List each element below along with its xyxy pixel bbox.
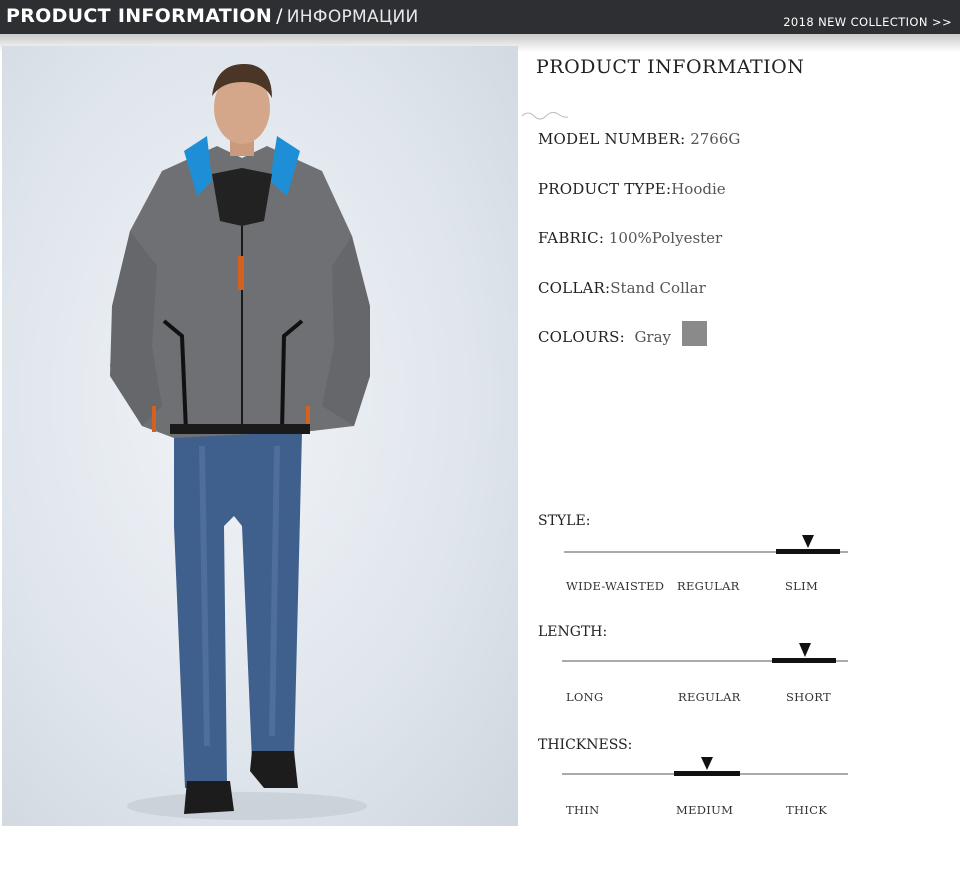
spec-value: 100%Polyester bbox=[604, 229, 723, 247]
scale-thickness-marker bbox=[701, 757, 713, 770]
header-title-ru: ИНФОРМАЦИИ bbox=[286, 7, 419, 27]
product-photo bbox=[2, 46, 518, 826]
scale-style-track bbox=[564, 535, 848, 554]
scale-thickness-label: THICKNESS: bbox=[538, 737, 633, 753]
spec-label: FABRIC: bbox=[538, 229, 605, 247]
model-illustration bbox=[110, 64, 370, 820]
scale-style-label: STYLE: bbox=[538, 513, 591, 529]
scale-length-track bbox=[562, 643, 848, 663]
scale-length-marker bbox=[799, 643, 811, 657]
scale-thickness-track bbox=[562, 757, 848, 776]
spec-value: Hoodie bbox=[671, 180, 726, 198]
spec-label: MODEL NUMBER: bbox=[538, 130, 686, 148]
spec-label: PRODUCT TYPE: bbox=[538, 180, 672, 198]
spec-label: COLLAR: bbox=[538, 279, 611, 297]
color-swatch-gray[interactable] bbox=[682, 321, 707, 346]
scale-length-label: LENGTH: bbox=[538, 624, 608, 640]
scale-style-option: WIDE-WAISTED bbox=[566, 579, 665, 593]
scale-style-option: REGULAR bbox=[677, 579, 740, 593]
scale-length-option: REGULAR bbox=[678, 690, 741, 704]
spec-value: Stand Collar bbox=[610, 279, 706, 297]
spec-fabric: FABRIC: 100%Polyester bbox=[538, 229, 722, 247]
spec-value: 2766G bbox=[685, 130, 741, 148]
scale-length-option: SHORT bbox=[786, 690, 831, 704]
header-bar: PRODUCT INFORMATION / ИНФОРМАЦИИ 2018 NEW … bbox=[0, 0, 960, 34]
spec-model-number: MODEL NUMBER: 2766G bbox=[538, 130, 740, 148]
spec-value: Gray bbox=[624, 328, 672, 346]
spec-label: COLOURS: bbox=[538, 328, 625, 346]
header-title-en: PRODUCT INFORMATION bbox=[6, 5, 273, 27]
spec-colours: COLOURS: Gray bbox=[538, 328, 671, 346]
header-separator: / bbox=[276, 5, 283, 27]
spec-collar: COLLAR:Stand Collar bbox=[538, 279, 706, 297]
collection-link[interactable]: 2018 NEW COLLECTION >> bbox=[783, 15, 952, 29]
header-title: PRODUCT INFORMATION / ИНФОРМАЦИИ bbox=[6, 5, 418, 27]
panel-title: PRODUCT INFORMATION bbox=[536, 56, 805, 78]
scale-thickness-option: THIN bbox=[566, 803, 600, 817]
spec-product-type: PRODUCT TYPE:Hoodie bbox=[538, 180, 726, 198]
scribble-decoration bbox=[521, 111, 569, 120]
scale-length-option: LONG bbox=[566, 690, 604, 704]
scale-thickness-option: MEDIUM bbox=[676, 803, 734, 817]
scale-style-option: SLIM bbox=[785, 579, 819, 593]
scale-thickness-option: THICK bbox=[786, 803, 828, 817]
scale-style-marker bbox=[802, 535, 814, 548]
